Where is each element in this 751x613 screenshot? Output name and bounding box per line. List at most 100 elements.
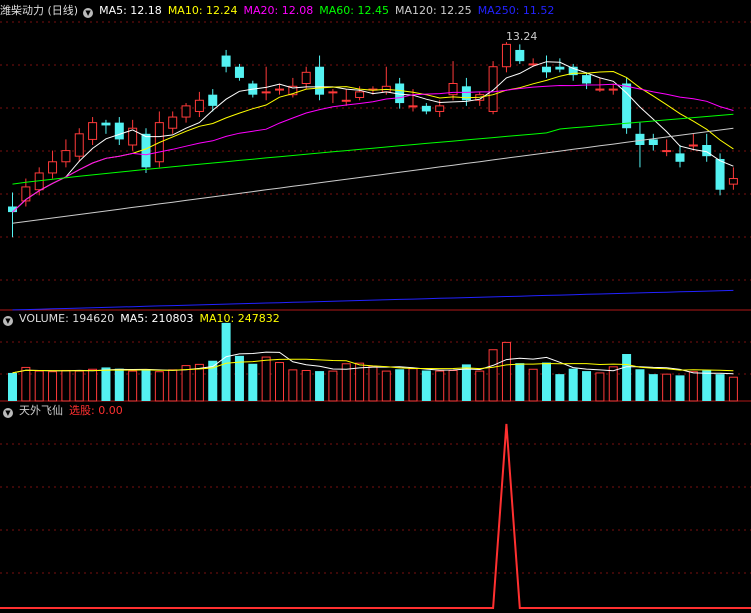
volume-bar[interactable] [555,374,565,401]
volume-bar[interactable] [301,369,311,402]
candle[interactable] [8,192,17,238]
volume-bar[interactable] [421,370,431,401]
candle-body [501,43,511,68]
candle[interactable] [61,139,71,168]
volume-bar[interactable] [288,369,298,402]
volume-bar[interactable] [315,371,325,401]
volume-bar[interactable] [582,371,592,401]
volume-bar[interactable] [635,369,645,401]
volume-bar[interactable] [8,372,17,401]
volume-bar[interactable] [515,363,525,401]
collapse-icon[interactable]: ▼ [83,8,94,18]
candle[interactable] [635,122,645,168]
volume-bar[interactable] [688,371,698,402]
collapse-icon[interactable]: ▼ [3,408,13,418]
volume-bar[interactable] [128,370,138,402]
volume-bar[interactable] [648,374,658,401]
volume-bar[interactable] [715,374,725,401]
candle[interactable] [74,128,84,162]
candle[interactable] [168,111,178,134]
signal-line [0,423,751,609]
candle[interactable] [48,150,58,179]
legend-item: MA10: 247832 [199,312,280,325]
volume-bar[interactable] [475,370,485,402]
volume-bar[interactable] [248,363,258,401]
candle[interactable] [648,133,658,151]
volume-bar[interactable] [34,370,44,402]
candle[interactable] [341,89,351,106]
volume-bar[interactable] [568,368,578,401]
candle[interactable] [688,133,698,151]
candle[interactable] [381,66,391,95]
volume-bar[interactable] [261,356,271,402]
collapse-icon[interactable]: ▼ [3,316,13,326]
candle-body [194,99,204,112]
candle[interactable] [181,103,191,123]
indicator-panel[interactable] [0,423,751,609]
volume-bar[interactable] [595,372,605,402]
candle[interactable] [515,44,525,64]
candle[interactable] [114,117,124,145]
candle[interactable] [154,111,164,168]
volume-bar[interactable] [435,370,445,402]
volume-bar[interactable] [355,362,365,402]
candle[interactable] [301,66,311,90]
candle[interactable] [261,66,271,101]
candle[interactable] [88,117,98,145]
candle[interactable] [728,167,738,190]
candle[interactable] [555,58,565,73]
volume-bar[interactable] [381,370,391,402]
candle[interactable] [448,61,458,101]
volume-bar[interactable] [275,362,284,402]
volume-bar[interactable] [702,370,712,401]
candle[interactable] [675,145,685,168]
candle[interactable] [582,72,592,90]
volume-bar[interactable] [728,376,738,402]
candle-body [675,153,685,162]
candle-body [435,105,445,112]
volume-panel[interactable] [8,322,738,402]
volume-bar[interactable] [221,322,231,401]
volume-bar[interactable] [528,368,538,402]
volume-bar[interactable] [662,373,672,402]
candle[interactable] [194,91,204,118]
candle[interactable] [662,139,672,157]
price-panel[interactable] [8,42,738,311]
candle[interactable] [715,153,725,196]
volume-bar[interactable] [328,370,338,402]
volume-bar[interactable] [448,369,458,402]
volume-bar[interactable] [74,370,84,402]
volume-bar[interactable] [154,371,164,402]
volume-bar[interactable] [408,368,418,402]
candle[interactable] [421,103,431,115]
volume-bar[interactable] [488,349,498,402]
candle[interactable] [328,89,338,104]
volume-bar[interactable] [608,366,618,402]
volume-bar[interactable] [48,371,58,402]
volume-bar[interactable] [461,364,471,401]
candle[interactable] [128,119,138,151]
volume-bar[interactable] [101,367,111,401]
volume-bar[interactable] [395,369,405,401]
candle[interactable] [101,119,111,134]
candle[interactable] [542,55,551,78]
volume-bar[interactable] [141,370,151,401]
volume-bar[interactable] [114,368,124,401]
volume-bar[interactable] [88,368,98,402]
volume-bar[interactable] [622,354,632,401]
candle[interactable] [501,42,511,73]
volume-bar[interactable] [21,366,31,402]
volume-bar[interactable] [194,363,204,402]
volume-bar[interactable] [181,365,191,402]
volume-bar[interactable] [61,369,71,402]
volume-bar[interactable] [501,341,511,402]
volume-bar[interactable] [675,375,685,401]
volume-bar[interactable] [542,362,551,401]
candle[interactable] [234,63,244,81]
volume-bar[interactable] [168,369,178,402]
candle[interactable] [315,55,325,101]
candle[interactable] [702,133,712,162]
price-legend: 潍柴动力 (日线) ▼ MA5: 12.18 MA10: 12.24 MA20: 12.… [0,3,566,19]
volume-bar[interactable] [368,365,378,402]
candle[interactable] [221,49,231,73]
